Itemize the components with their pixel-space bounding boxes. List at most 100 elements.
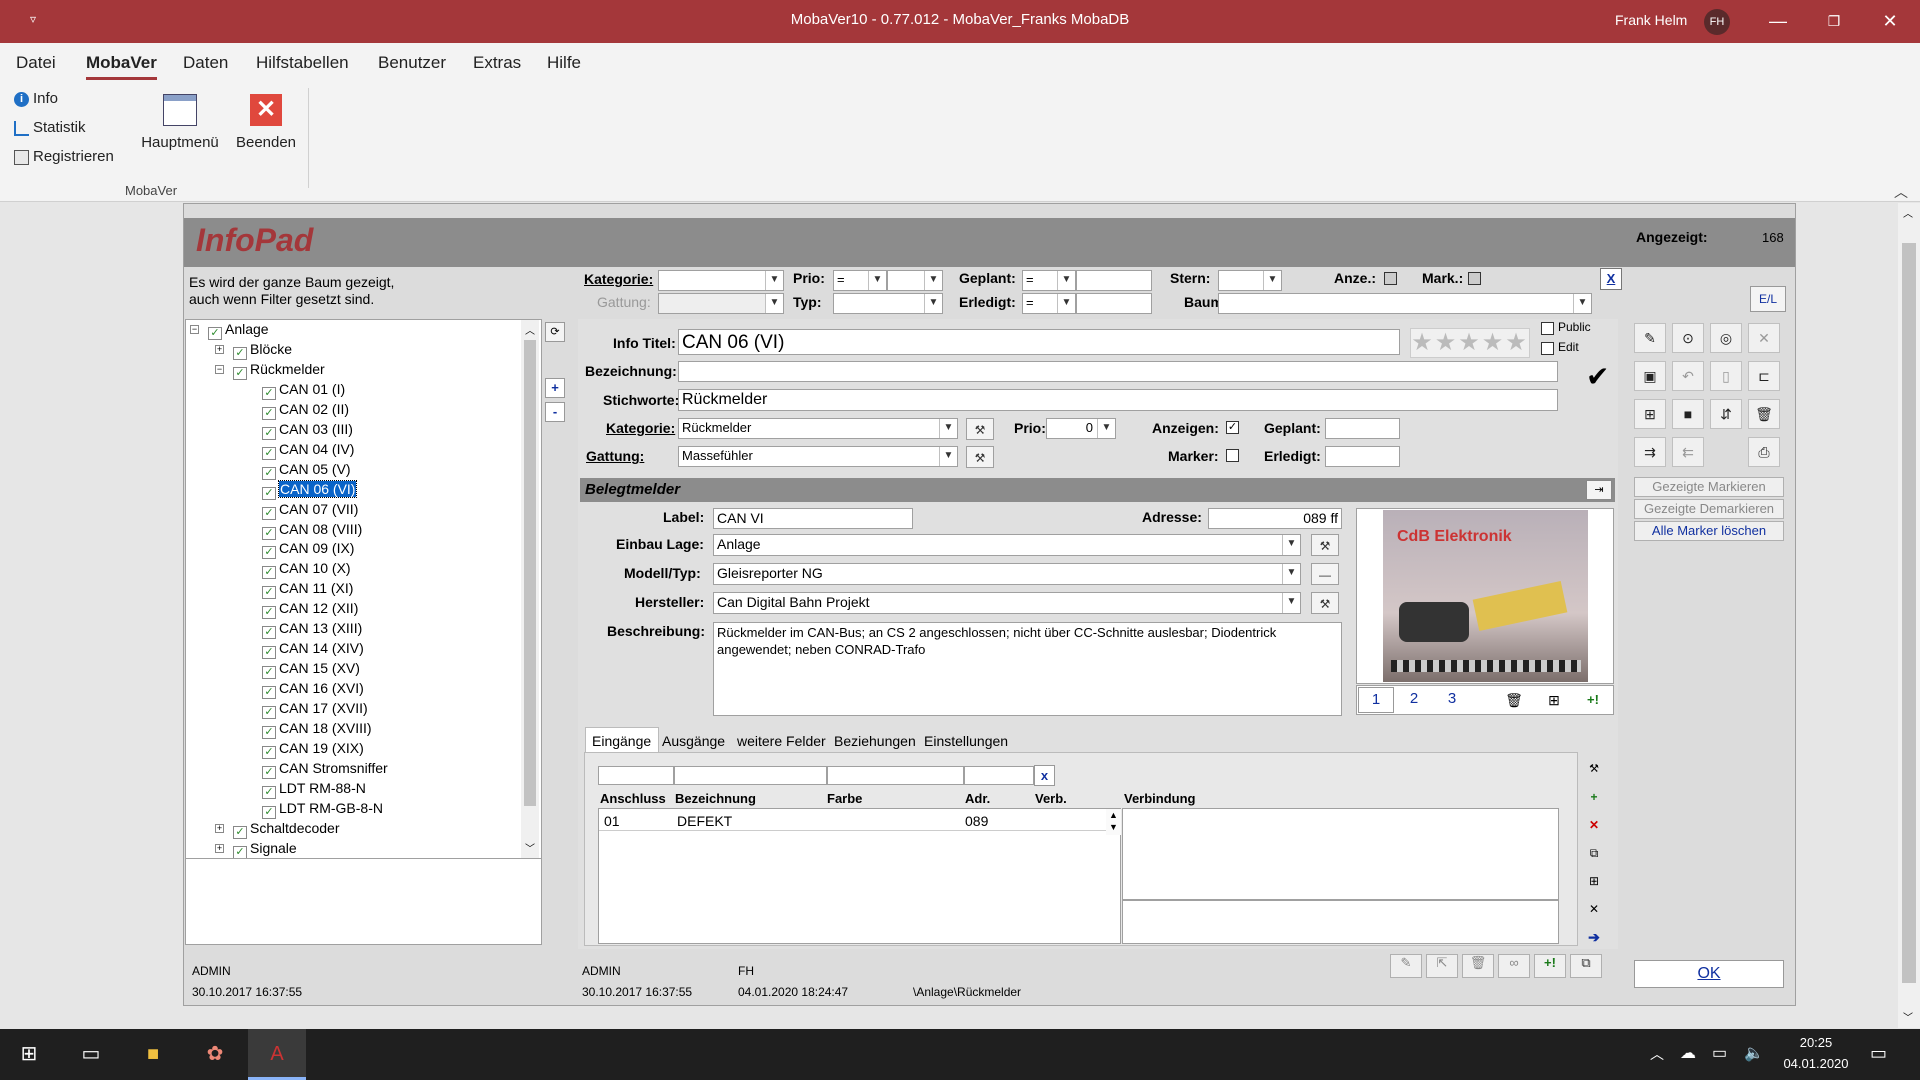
edit-link-icon[interactable]: ⚒ bbox=[1582, 758, 1606, 780]
prio-combo[interactable]: 0 ▼ bbox=[1046, 418, 1116, 439]
tree-item[interactable]: ✓ CAN 19 (XIX) bbox=[240, 740, 364, 759]
tree-check-icon[interactable]: ✓ bbox=[208, 327, 222, 340]
image-new-icon[interactable]: +! bbox=[1578, 688, 1608, 712]
tree-item[interactable]: ✓ CAN 02 (II) bbox=[240, 401, 349, 420]
record-new-icon[interactable]: +! bbox=[1534, 954, 1566, 978]
tree-item[interactable]: ✓ CAN 11 (XI) bbox=[240, 580, 353, 599]
ribbon-hauptmenu[interactable]: Hauptmenü bbox=[140, 94, 220, 151]
scroll-down-icon[interactable]: ﹀ bbox=[525, 840, 535, 855]
filter-prio-value[interactable]: ▼ bbox=[887, 270, 943, 291]
anzeigen-checkbox[interactable]: ✓ bbox=[1226, 421, 1239, 434]
expand-all-button[interactable]: + bbox=[545, 378, 565, 398]
task-view-icon[interactable]: ▭ bbox=[62, 1029, 120, 1080]
image-add-icon[interactable]: ⊞ bbox=[1540, 688, 1568, 712]
tray-chevron-icon[interactable]: ︿ bbox=[1650, 1044, 1664, 1064]
notification-icon[interactable]: ▭ bbox=[1870, 1043, 1887, 1064]
gezeigte-markieren-button[interactable]: Gezeigte Markieren bbox=[1634, 477, 1784, 497]
ok-button[interactable]: OK bbox=[1634, 960, 1784, 988]
tree-item[interactable]: ✓ CAN 12 (XII) bbox=[240, 600, 358, 619]
filter-baum-combo[interactable]: ▼ bbox=[1218, 293, 1592, 314]
filter-anze-checkbox[interactable] bbox=[1384, 272, 1397, 285]
tree-check-icon[interactable]: ✓ bbox=[262, 507, 276, 520]
minimize-icon[interactable]: — bbox=[1750, 0, 1806, 43]
tree-check-icon[interactable]: ✓ bbox=[262, 806, 276, 819]
menu-daten[interactable]: Daten bbox=[183, 53, 228, 73]
tree-item[interactable]: ✓ CAN 13 (XIII) bbox=[240, 620, 362, 639]
detail-toggle-icon[interactable]: ⇥ bbox=[1586, 480, 1612, 500]
copy-row-icon[interactable]: ⧉ bbox=[1582, 842, 1606, 864]
save-check-icon[interactable]: ✔ bbox=[1586, 360, 1609, 393]
filter-gattung-combo[interactable]: ▼ bbox=[658, 293, 784, 314]
tree-item[interactable]: ✓ CAN 05 (V) bbox=[240, 461, 351, 480]
record-copy-icon[interactable]: ⧉ bbox=[1570, 954, 1602, 978]
scroll-up-icon[interactable]: ︿ bbox=[525, 322, 535, 337]
ribbon-info[interactable]: i Info bbox=[14, 90, 58, 107]
close-link-icon[interactable]: ✕ bbox=[1582, 898, 1606, 920]
tree-node[interactable]: + ✓ Signale bbox=[215, 840, 297, 859]
windows-start-icon[interactable]: ⊞ bbox=[0, 1029, 58, 1080]
indent-icon[interactable]: ⇉ bbox=[1634, 437, 1666, 467]
menu-hilfe[interactable]: Hilfe bbox=[547, 53, 581, 73]
tree-item[interactable]: ✓ CAN 04 (IV) bbox=[240, 441, 354, 460]
tree-scrollbar[interactable]: ︿ ﹀ bbox=[521, 320, 539, 858]
image-page-3[interactable]: 3 bbox=[1434, 687, 1470, 713]
tab-beziehungen[interactable]: Beziehungen bbox=[834, 733, 916, 749]
refresh-tree-icon[interactable]: ⟳ bbox=[545, 322, 565, 342]
gattung-edit-button[interactable]: ⚒ bbox=[966, 446, 994, 468]
menu-benutzer[interactable]: Benutzer bbox=[378, 53, 446, 73]
info-titel-input[interactable]: CAN 06 (VI) bbox=[678, 329, 1400, 355]
einbau-edit-button[interactable]: ⚒ bbox=[1311, 534, 1339, 556]
geplant-input[interactable] bbox=[1325, 418, 1400, 439]
tree-item[interactable]: ✓ CAN 07 (VII) bbox=[240, 501, 358, 520]
tree-check-icon[interactable]: ✓ bbox=[262, 487, 276, 500]
tree-item[interactable]: ✓ LDT RM-GB-8-N bbox=[240, 800, 383, 819]
trash-icon[interactable]: 🗑 bbox=[1748, 399, 1780, 429]
collapse-all-button[interactable]: - bbox=[545, 402, 565, 422]
tree-scrollbar-thumb[interactable] bbox=[524, 340, 536, 806]
tree-item[interactable]: ✓ CAN 08 (VIII) bbox=[240, 521, 362, 540]
tree-check-icon[interactable]: ✓ bbox=[262, 447, 276, 460]
filter-bezeichnung-input[interactable] bbox=[674, 766, 827, 785]
menu-datei[interactable]: Datei bbox=[16, 53, 56, 73]
record-edit-icon[interactable]: ✎ bbox=[1390, 954, 1422, 978]
edit-checkbox[interactable] bbox=[1541, 342, 1554, 355]
trash-icon[interactable]: 🗑 bbox=[1500, 688, 1528, 712]
tree-item[interactable]: ✓ CAN 10 (X) bbox=[240, 560, 351, 579]
tree-item[interactable]: ✓ CAN 16 (XVI) bbox=[240, 680, 364, 699]
menu-mobaver[interactable]: MobaVer bbox=[86, 53, 157, 80]
file-explorer-icon[interactable]: ■ bbox=[124, 1029, 182, 1080]
marker-checkbox[interactable] bbox=[1226, 449, 1239, 462]
tree-item[interactable]: ✓ LDT RM-88-N bbox=[240, 780, 366, 799]
collapse-icon[interactable]: − bbox=[215, 365, 224, 374]
note-icon[interactable]: ✎ bbox=[1634, 323, 1666, 353]
tree-check-icon[interactable]: ✓ bbox=[262, 387, 276, 400]
tree-item[interactable]: ✓ CAN 09 (IX) bbox=[240, 540, 354, 559]
tree-check-icon[interactable]: ✓ bbox=[262, 686, 276, 699]
filter-erledigt-date[interactable] bbox=[1076, 293, 1152, 314]
tree-node[interactable]: + ✓ Schaltdecoder bbox=[215, 820, 340, 839]
filter-typ-combo[interactable]: ▼ bbox=[833, 293, 943, 314]
tree-check-icon[interactable]: ✓ bbox=[262, 766, 276, 779]
image-page-2[interactable]: 2 bbox=[1396, 687, 1432, 713]
tree-check-icon[interactable]: ✓ bbox=[233, 826, 247, 839]
filter-anschluss-input[interactable] bbox=[598, 766, 674, 785]
volume-icon[interactable]: 🔈 bbox=[1744, 1043, 1764, 1063]
tree-check-icon[interactable]: ✓ bbox=[233, 347, 247, 360]
table-row[interactable]: 01 DEFEKT 089 bbox=[599, 811, 1107, 831]
tree-check-icon[interactable]: ✓ bbox=[262, 467, 276, 480]
network-icon[interactable]: ☁ bbox=[1680, 1043, 1696, 1063]
tree-check-icon[interactable]: ✓ bbox=[262, 706, 276, 719]
tree-check-icon[interactable]: ✓ bbox=[262, 407, 276, 420]
page-icon[interactable]: ▯ bbox=[1710, 361, 1742, 391]
tree-item[interactable]: ✓ CAN 17 (XVII) bbox=[240, 700, 368, 719]
close-icon[interactable]: ✕ bbox=[1862, 0, 1918, 43]
record-delete-icon[interactable]: 🗑 bbox=[1462, 954, 1494, 978]
target-icon[interactable]: ◎ bbox=[1710, 323, 1742, 353]
print-icon[interactable]: ⎙ bbox=[1748, 437, 1780, 467]
modell-combo[interactable]: Gleisreporter NG ▼ bbox=[713, 563, 1301, 585]
tab-eingaenge[interactable]: Eingänge bbox=[592, 733, 651, 749]
filter-mark-checkbox[interactable] bbox=[1468, 272, 1481, 285]
menu-hilfstabellen[interactable]: Hilfstabellen bbox=[256, 53, 349, 73]
record-link-icon[interactable]: ∞ bbox=[1498, 954, 1530, 978]
filter-geplant-date[interactable] bbox=[1076, 270, 1152, 291]
